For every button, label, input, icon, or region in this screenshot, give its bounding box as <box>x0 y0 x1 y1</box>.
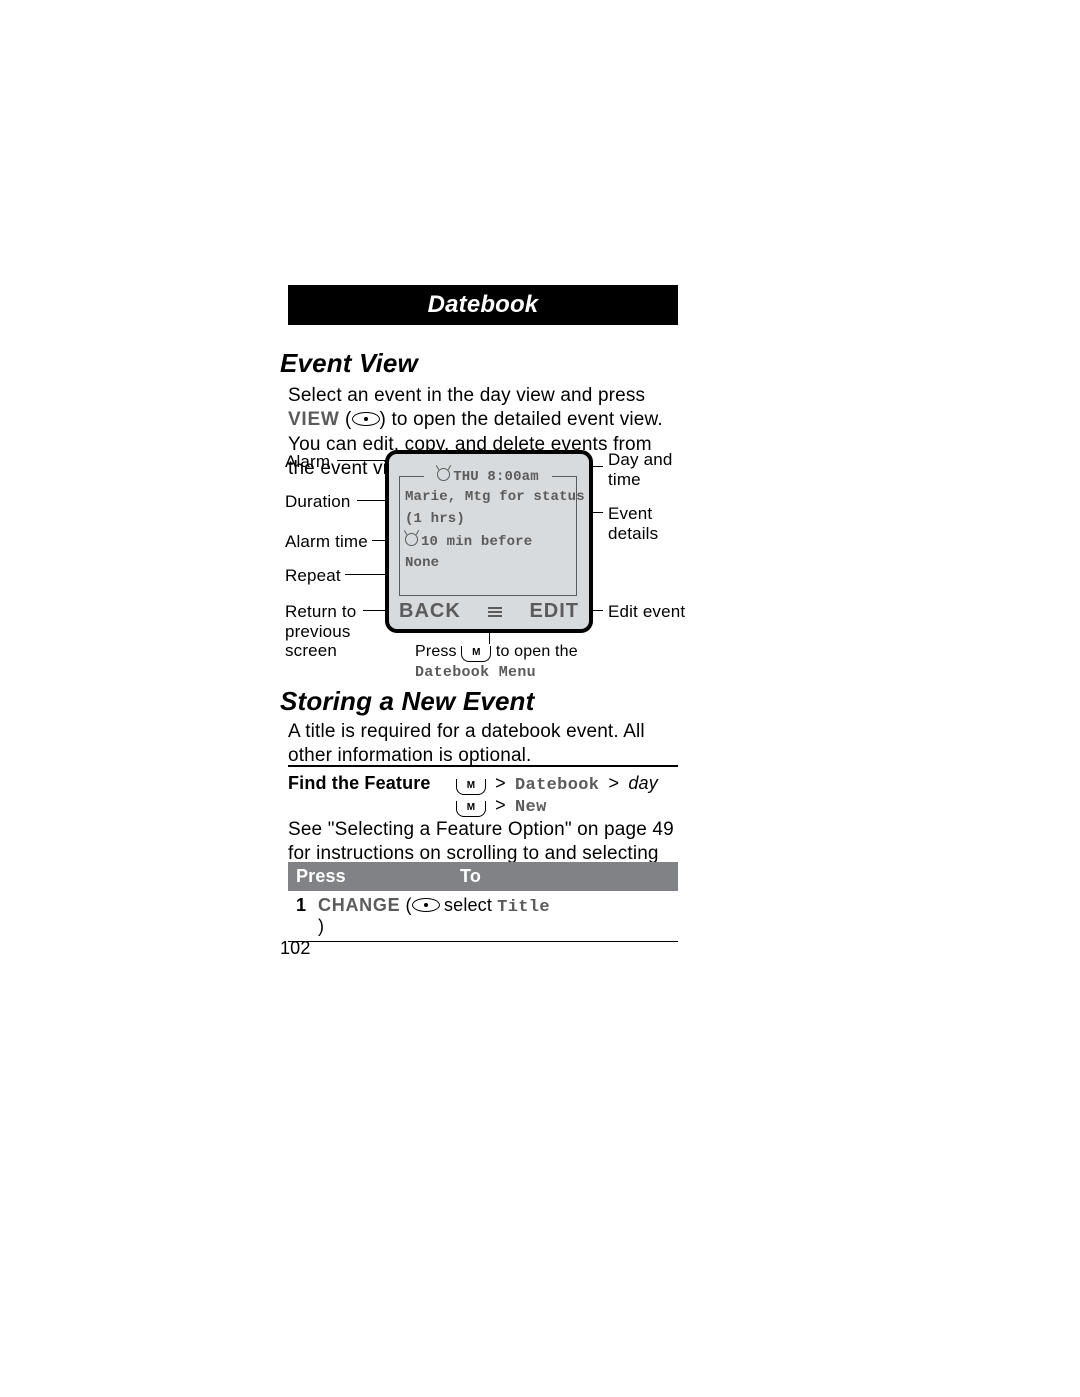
datebook-menu-text: Datebook Menu <box>415 664 536 681</box>
gt: > <box>609 773 620 793</box>
screen-inner: THU 8:00am Marie, Mtg for status (1 hrs)… <box>399 476 577 596</box>
chapter-banner: Datebook <box>288 285 678 325</box>
nav-datebook: Datebook <box>515 776 599 795</box>
find-feature-label: Find the Feature <box>288 773 438 817</box>
screen-daytime: THU 8:00am <box>424 468 552 485</box>
chapter-title: Datebook <box>428 291 539 319</box>
softkey-icon <box>352 412 380 426</box>
table-header: Press To <box>288 862 678 891</box>
text: select <box>444 895 497 915</box>
hdr-to: To <box>452 862 678 891</box>
label-alarm-time: Alarm time <box>285 532 368 552</box>
alarm-icon <box>405 533 418 546</box>
nav-day: day <box>628 773 658 793</box>
nav-path: M > Datebook > day M > New <box>456 773 658 817</box>
label-repeat: Repeat <box>285 566 341 586</box>
diagram-caption: Press M to open the Datebook Menu <box>415 642 625 682</box>
softkey-row: BACK EDIT <box>389 600 589 623</box>
screen-duration: (1 hrs) <box>405 511 571 527</box>
screen-title: Marie, Mtg for status <box>405 489 571 505</box>
screen-repeat: None <box>405 555 571 571</box>
label-alarm: Alarm <box>285 452 330 472</box>
view-key-word: VIEW <box>288 409 340 430</box>
find-the-feature: Find the Feature M > Datebook > day M > … <box>288 765 678 823</box>
text: Select an event in the day view and pres… <box>288 385 645 406</box>
menu-key-icon: M <box>461 646 491 662</box>
hdr-press: Press <box>288 862 452 891</box>
label-edit: Edit event <box>608 602 688 622</box>
page-number: 102 <box>280 938 311 959</box>
gt: > <box>495 795 506 815</box>
storing-paragraph: A title is required for a datebook event… <box>288 720 680 769</box>
title-code: Title <box>497 898 550 917</box>
to-cell: select Title <box>444 895 670 937</box>
menu-key-icon: M <box>456 779 486 795</box>
label-details: Event details <box>608 504 688 543</box>
menu-key-icon: M <box>456 801 486 817</box>
heading-storing: Storing a New Event <box>280 686 534 717</box>
text: to open the <box>491 643 577 660</box>
nav-new: New <box>515 798 547 817</box>
press-cell: CHANGE () <box>318 895 444 937</box>
text: THU 8:00am <box>453 469 539 485</box>
menu-icon <box>488 607 502 617</box>
edit-softkey: EDIT <box>529 600 579 623</box>
label-duration: Duration <box>285 492 351 512</box>
phone-screen-diagram: Alarm Duration Alarm time Repeat Return … <box>285 450 685 680</box>
alarm-icon <box>437 468 450 481</box>
heading-event-view: Event View <box>280 348 418 379</box>
screen-alarm: 10 min before <box>405 533 571 550</box>
back-softkey: BACK <box>399 600 461 623</box>
text: Press <box>415 643 461 660</box>
softkey-icon <box>412 898 440 912</box>
step-number: 1 <box>296 895 318 937</box>
label-daytime: Day and time <box>608 450 688 489</box>
gt: > <box>495 773 506 793</box>
phone-screen: THU 8:00am Marie, Mtg for status (1 hrs)… <box>385 450 593 633</box>
table-row: 1 CHANGE () select Title <box>288 891 678 942</box>
text: 10 min before <box>421 534 532 550</box>
change-word: CHANGE <box>318 895 400 915</box>
press-to-table: Press To 1 CHANGE () select Title <box>288 862 678 942</box>
